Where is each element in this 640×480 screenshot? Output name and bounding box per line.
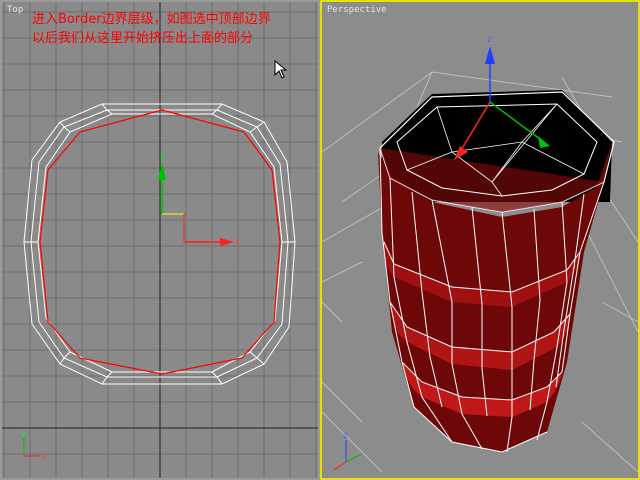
annotation-line-2: 以后我们从这里开始挤压出上面的部分 — [32, 31, 254, 46]
top-viewport-canvas[interactable]: y x y x — [2, 2, 318, 478]
annotation-text: 进入Border边界层级，如图选中顶部边界 以后我们从这里开始挤压出上面的部分 — [32, 10, 312, 48]
world-axis-icon: y x — [21, 429, 46, 461]
cup-object[interactable] — [378, 90, 615, 453]
perspective-grid-line — [581, 421, 638, 473]
perspective-grid-line — [601, 301, 638, 323]
world-x-label: x — [41, 452, 46, 461]
world-axis-icon: z — [333, 431, 363, 471]
annotation-line-1: 进入Border边界层级，如图选中顶部边界 — [32, 12, 271, 27]
top-viewport-label[interactable]: Top — [7, 5, 23, 15]
gizmo-x-label: x — [235, 237, 240, 246]
perspective-grid-line — [322, 261, 363, 283]
mouse-cursor-icon — [274, 60, 288, 79]
perspective-viewport-label[interactable]: Perspective — [327, 5, 387, 15]
perspective-grid-line — [322, 301, 343, 323]
gizmo-y-label: y — [160, 151, 165, 160]
world-z-label: z — [343, 431, 348, 440]
world-y-label: y — [21, 429, 26, 438]
top-viewport[interactable]: y x y x Top 进入Border边界层级，如图选中顶部边界 以后我们从这… — [0, 0, 320, 480]
gizmo-z-label: z — [487, 35, 492, 44]
perspective-grid-line — [322, 381, 363, 423]
perspective-grid-line — [322, 411, 383, 473]
transform-gizmo-icon[interactable]: y x — [158, 151, 240, 246]
perspective-viewport-canvas[interactable]: z z — [322, 2, 638, 478]
perspective-viewport[interactable]: z z Perspective — [320, 0, 640, 480]
